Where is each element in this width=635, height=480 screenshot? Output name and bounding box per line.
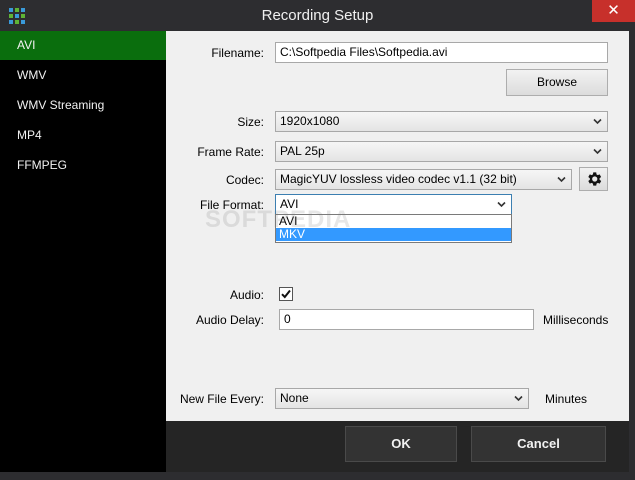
codec-label: Codec:: [225, 173, 264, 187]
sidebar-item-mp4[interactable]: MP4: [0, 121, 166, 150]
new-file-every-value: None: [280, 391, 309, 405]
file-format-value: AVI: [280, 197, 299, 211]
size-select[interactable]: 1920x1080: [275, 111, 608, 132]
ok-button[interactable]: OK: [345, 426, 457, 462]
file-format-label: File Format:: [199, 198, 264, 212]
chevron-down-icon: [557, 176, 566, 183]
file-format-select[interactable]: AVI: [275, 194, 512, 215]
sidebar-item-wmv[interactable]: WMV: [0, 61, 166, 90]
audio-delay-input[interactable]: 0: [279, 309, 534, 330]
audio-delay-unit: Milliseconds: [543, 313, 609, 327]
window-frame-right: [629, 31, 635, 480]
size-value: 1920x1080: [280, 114, 340, 128]
audio-label: Audio:: [229, 288, 264, 302]
sidebar-item-ffmpeg[interactable]: FFMPEG: [0, 151, 166, 180]
codec-settings-button[interactable]: [579, 167, 608, 191]
file-format-dropdown-list: AVI MKV: [275, 214, 512, 243]
sidebar: AVI WMV WMV Streaming MP4 FFMPEG: [0, 31, 166, 472]
codec-value: MagicYUV lossless video codec v1.1 (32 b…: [280, 172, 517, 186]
new-file-every-label: New File Every:: [179, 392, 264, 406]
title-bar: Recording Setup ✕: [0, 0, 635, 31]
filename-label: Filename:: [211, 46, 264, 60]
frame-rate-label: Frame Rate:: [197, 145, 264, 159]
new-file-every-unit: Minutes: [545, 392, 588, 406]
dialog-footer: OK Cancel: [166, 421, 629, 472]
sidebar-item-wmv-streaming[interactable]: WMV Streaming: [0, 91, 166, 120]
close-icon: ✕: [607, 2, 620, 19]
window-frame-bottom: [0, 472, 635, 480]
file-format-option-mkv[interactable]: MKV: [276, 228, 511, 241]
frame-rate-value: PAL 25p: [280, 144, 325, 158]
file-format-option-avi[interactable]: AVI: [276, 215, 511, 228]
audio-delay-label: Audio Delay:: [195, 313, 264, 327]
browse-button[interactable]: Browse: [506, 69, 608, 96]
codec-select[interactable]: MagicYUV lossless video codec v1.1 (32 b…: [275, 169, 572, 190]
size-label: Size:: [237, 115, 264, 129]
chevron-down-icon: [497, 201, 506, 208]
close-button[interactable]: ✕: [592, 0, 635, 22]
new-file-every-select[interactable]: None: [275, 388, 529, 409]
gear-icon: [587, 172, 601, 186]
filename-input[interactable]: C:\Softpedia Files\Softpedia.avi: [275, 42, 608, 63]
audio-checkbox[interactable]: [279, 287, 293, 301]
chevron-down-icon: [514, 395, 523, 402]
frame-rate-select[interactable]: PAL 25p: [275, 141, 608, 162]
checkmark-icon: [281, 289, 291, 299]
sidebar-item-avi[interactable]: AVI: [0, 31, 166, 60]
chevron-down-icon: [593, 148, 602, 155]
chevron-down-icon: [593, 118, 602, 125]
cancel-button[interactable]: Cancel: [471, 426, 606, 462]
window-title: Recording Setup: [261, 7, 374, 24]
